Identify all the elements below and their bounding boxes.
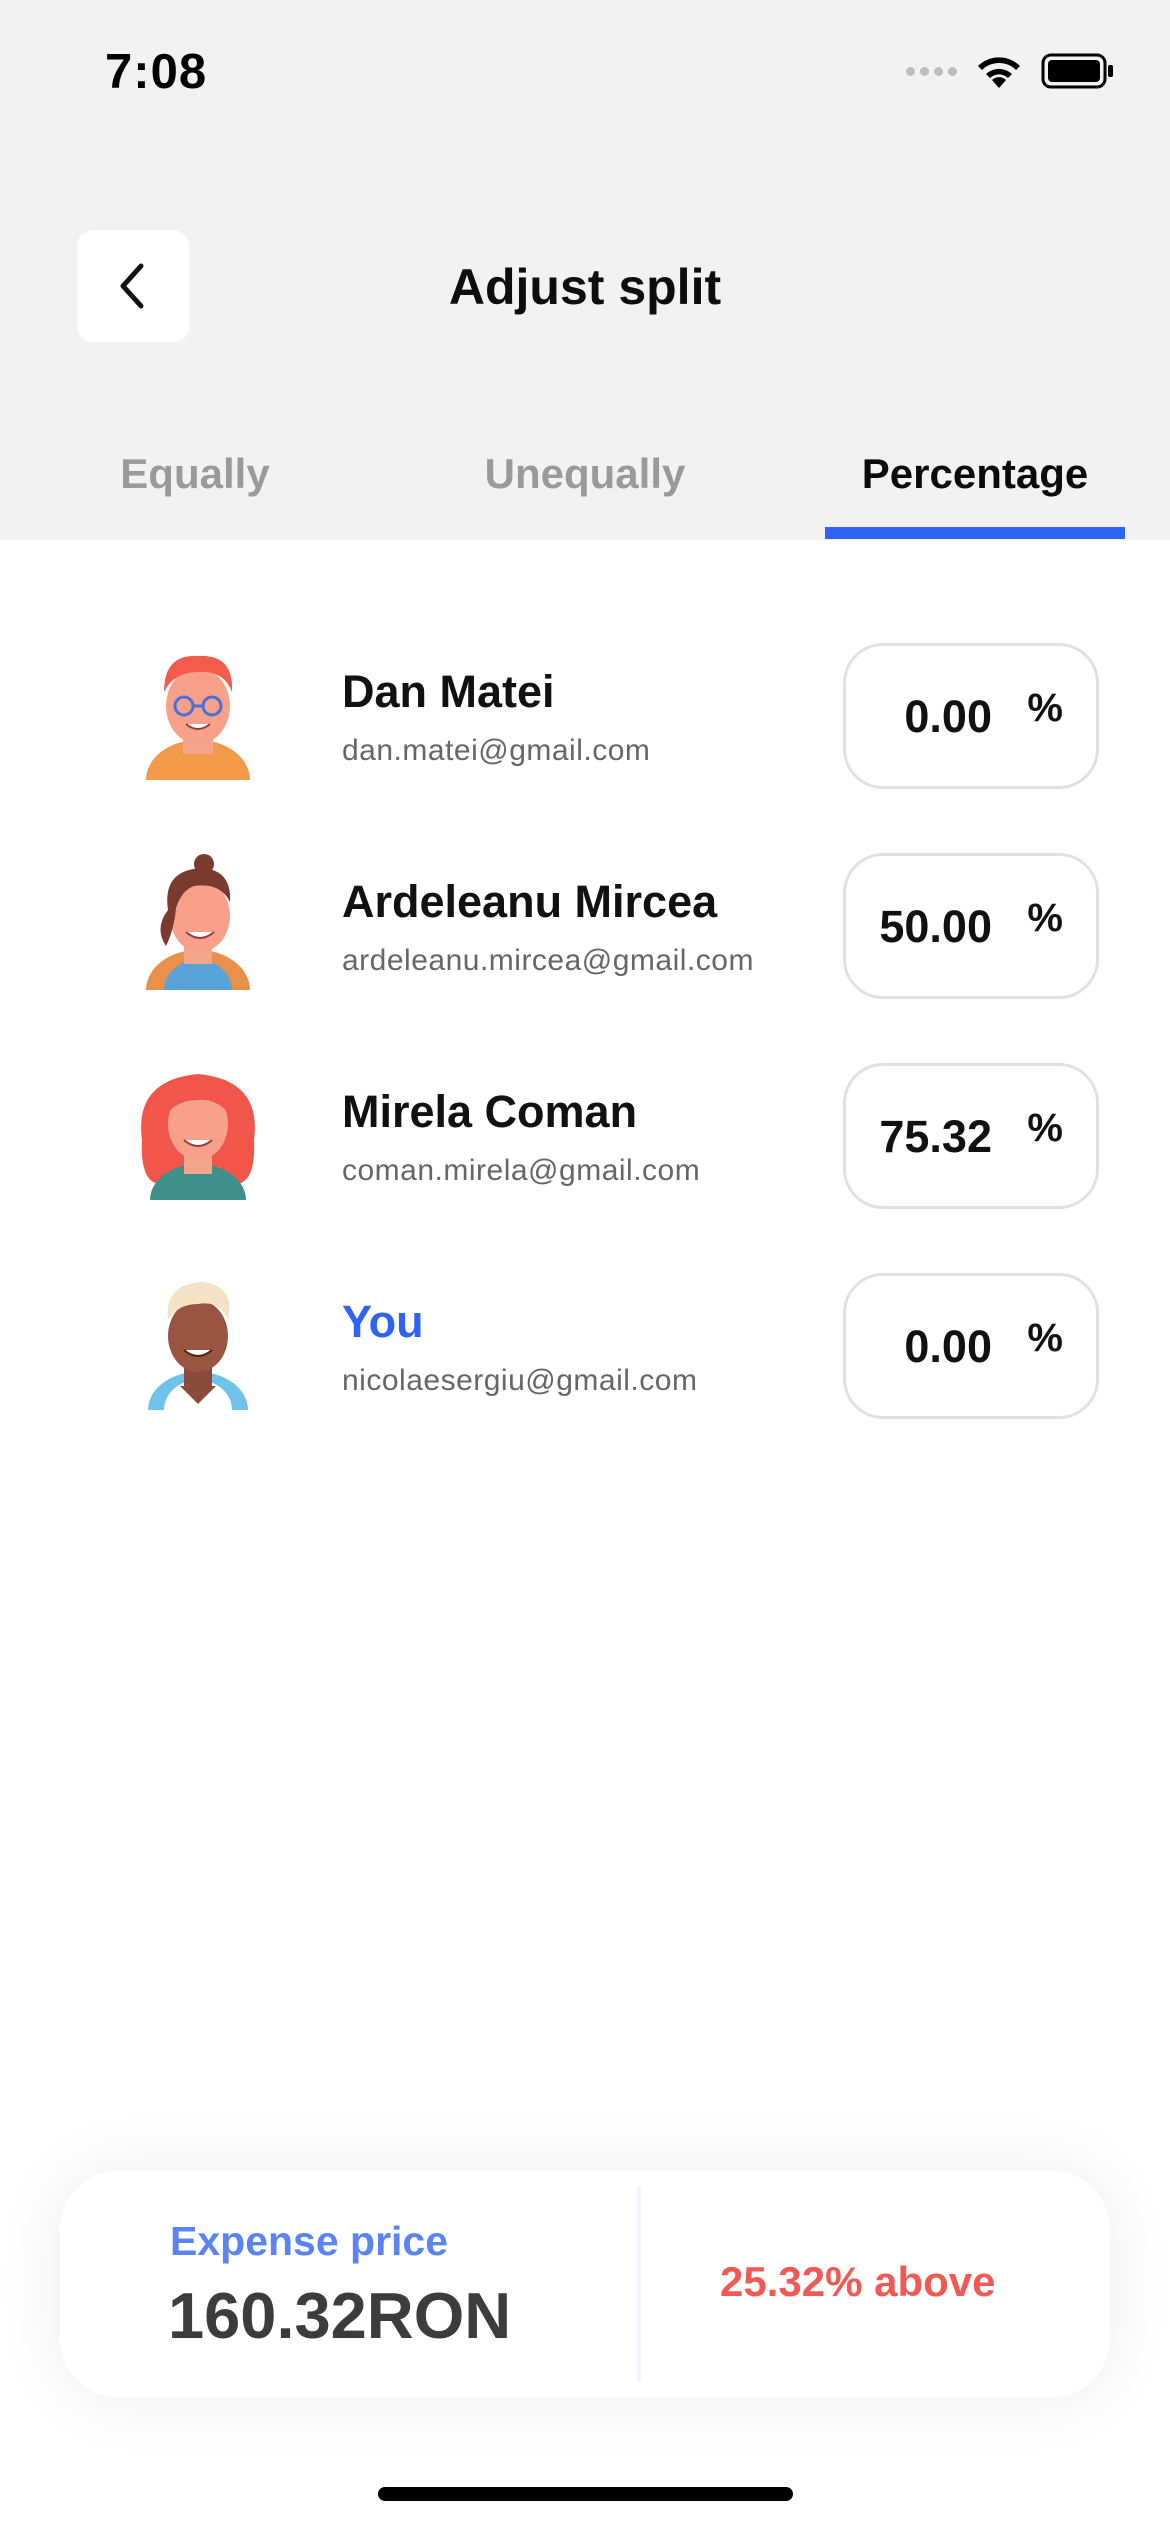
person-email: dan.matei@gmail.com [342,734,651,767]
tab-percentage[interactable]: Percentage [835,450,1115,498]
expense-price-label: Expense price [170,2218,449,2264]
status-bar: 7:08 [0,0,1170,140]
expense-summary-card: Expense price 160.32RON 25.32% above [60,2170,1110,2398]
status-icons [906,52,1115,90]
tab-equally[interactable]: Equally [120,450,270,498]
top-area: 7:08 Adjust split Equally Unequally Perc… [0,0,1170,540]
person-name: Mirela Coman [342,1086,638,1137]
person-name: Dan Matei [342,666,555,717]
avatar-woman-brown-hair-icon [146,854,250,990]
battery-icon [1041,53,1113,89]
avatar-woman-red-hair-icon [141,1074,255,1200]
person-name-you: You [342,1296,424,1347]
avatar-man-glasses-icon [146,655,250,780]
percent-symbol: % [1027,686,1063,730]
person-email: nicolaesergiu@gmail.com [342,1364,698,1397]
status-time: 7:08 [105,45,208,99]
home-indicator [378,2487,793,2501]
expense-price-value: 160.32RON [168,2279,512,2352]
percentage-input[interactable]: 75.32 % [843,1063,1099,1209]
percent-symbol: % [1027,1316,1063,1360]
header: Adjust split [0,230,1170,342]
percent-symbol: % [1027,1106,1063,1150]
person-name: Ardeleanu Mircea [342,876,718,927]
summary-divider [637,2186,641,2382]
person-email: coman.mirela@gmail.com [342,1154,701,1187]
percentage-input[interactable]: 50.00 % [843,853,1099,999]
avatar-man-blond-hair-icon [148,1282,248,1410]
percentage-input[interactable]: 0.00 % [843,643,1099,789]
percentage-value: 0.00 [904,691,992,742]
percentage-value: 0.00 [904,1321,992,1372]
percentage-input[interactable]: 0.00 % [843,1273,1099,1419]
split-mode-tabs: Equally Unequally Percentage [0,440,1170,540]
tab-unequally[interactable]: Unequally [470,450,700,498]
list-item: Dan Matei dan.matei@gmail.com 0.00 % [0,630,1170,790]
percentage-value: 75.32 [879,1111,992,1162]
active-tab-indicator [825,527,1125,539]
person-email: ardeleanu.mircea@gmail.com [342,944,754,977]
percentage-value: 50.00 [879,901,992,952]
wifi-icon [978,57,1020,88]
cellular-signal-icon [906,66,957,76]
list-item: You nicolaesergiu@gmail.com 0.00 % [0,1260,1170,1420]
percent-symbol: % [1027,896,1063,940]
list-item: Mirela Coman coman.mirela@gmail.com 75.3… [0,1050,1170,1210]
page-title: Adjust split [448,259,722,315]
split-status-text: 25.32% above [720,2258,996,2305]
list-item: Ardeleanu Mircea ardeleanu.mircea@gmail.… [0,840,1170,1000]
